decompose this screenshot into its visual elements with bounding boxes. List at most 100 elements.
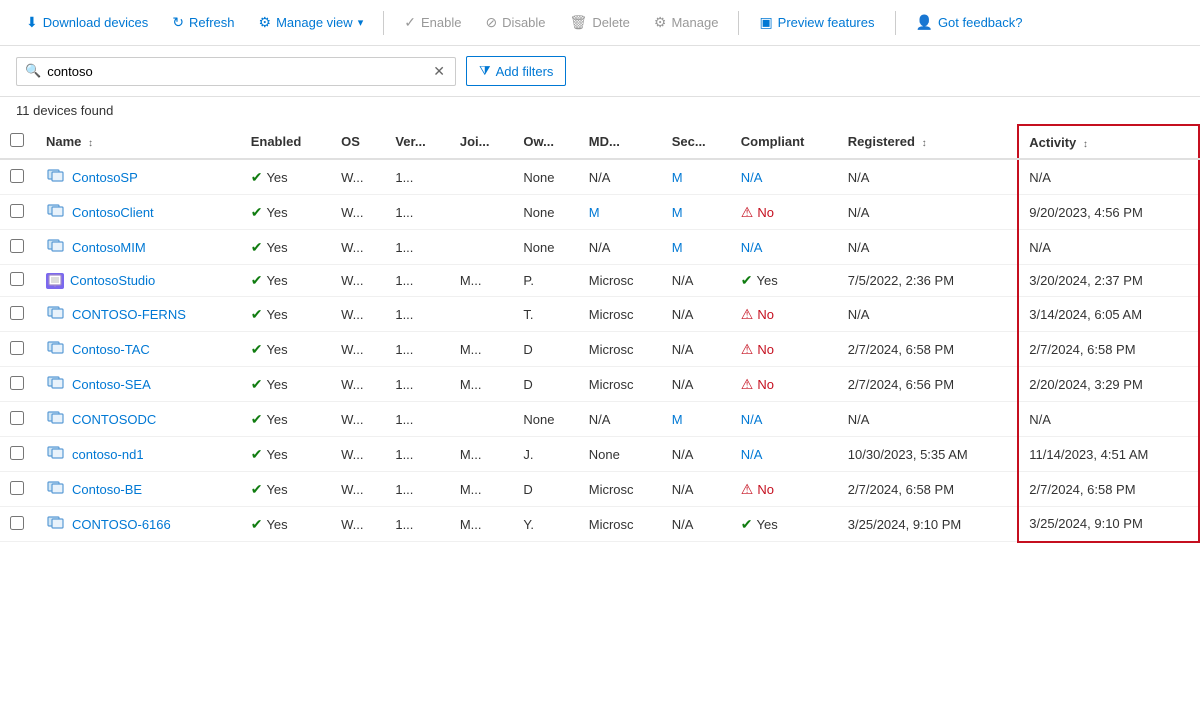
compliant-yes: ✔ Yes (741, 272, 828, 289)
feedback-button[interactable]: 👤 Got feedback? (906, 8, 1033, 37)
row-checkbox-cell[interactable] (0, 507, 36, 542)
device-name-link[interactable]: Contoso-TAC (46, 339, 231, 359)
device-name-link[interactable]: ContosoSP (46, 167, 231, 187)
device-count: 11 devices found (0, 97, 1200, 124)
own-cell: T. (513, 297, 578, 332)
device-name-text: Contoso-TAC (72, 342, 150, 357)
clear-search-button[interactable]: ✕ (431, 63, 447, 80)
joi-cell: M... (450, 472, 514, 507)
col-name[interactable]: Name ↕ (36, 125, 241, 159)
enabled-status: ✔ Yes (251, 272, 321, 289)
disable-button[interactable]: ⊘ Disable (475, 8, 555, 37)
row-checkbox[interactable] (10, 516, 24, 530)
divider-1 (383, 11, 384, 35)
row-checkbox-cell[interactable] (0, 437, 36, 472)
device-name-link[interactable]: ContosoClient (46, 202, 231, 222)
divider-3 (895, 11, 896, 35)
row-checkbox-cell[interactable] (0, 195, 36, 230)
enable-button[interactable]: ✓ Enable (394, 8, 471, 37)
select-all-checkbox[interactable] (10, 133, 24, 147)
download-devices-button[interactable]: ⬇ Download devices (16, 8, 158, 37)
row-checkbox-cell[interactable] (0, 472, 36, 507)
md-cell: M (579, 195, 662, 230)
device-name-link[interactable]: CONTOSODC (46, 409, 231, 429)
device-name-link[interactable]: CONTOSO-FERNS (46, 304, 231, 324)
row-checkbox[interactable] (10, 481, 24, 495)
activity-cell: 9/20/2023, 4:56 PM (1018, 195, 1199, 230)
col-sec[interactable]: Sec... (662, 125, 731, 159)
device-name-link[interactable]: CONTOSO-6166 (46, 514, 231, 534)
check-icon: ✔ (741, 272, 753, 289)
col-activity[interactable]: Activity ↕ (1018, 125, 1199, 159)
search-input[interactable] (47, 64, 425, 79)
row-checkbox[interactable] (10, 272, 24, 286)
refresh-button[interactable]: ↻ Refresh (162, 8, 244, 37)
device-name-link[interactable]: ContosoStudio (46, 273, 231, 289)
row-checkbox[interactable] (10, 204, 24, 218)
col-md[interactable]: MD... (579, 125, 662, 159)
registered-cell: 10/30/2023, 5:35 AM (838, 437, 1019, 472)
col-registered[interactable]: Registered ↕ (838, 125, 1019, 159)
device-name-link[interactable]: Contoso-BE (46, 479, 231, 499)
select-all-header[interactable] (0, 125, 36, 159)
own-cell: Y. (513, 507, 578, 542)
col-os[interactable]: OS (331, 125, 385, 159)
manage-button[interactable]: ⚙ Manage (644, 8, 729, 37)
row-checkbox-cell[interactable] (0, 402, 36, 437)
row-checkbox-cell[interactable] (0, 297, 36, 332)
delete-button[interactable]: 🗑 Delete (560, 8, 640, 37)
compliant-cell: ✔ Yes (731, 507, 838, 542)
row-checkbox[interactable] (10, 446, 24, 460)
activity-cell: 2/7/2024, 6:58 PM (1018, 332, 1199, 367)
table-row: ContosoMIM ✔ Yes W... 1... None N/A M N/… (0, 230, 1199, 265)
ver-cell: 1... (385, 265, 450, 297)
table-row: ContosoSP ✔ Yes W... 1... None N/A M N/A… (0, 159, 1199, 195)
ver-cell: 1... (385, 297, 450, 332)
sec-cell: M (662, 195, 731, 230)
md-cell: N/A (579, 402, 662, 437)
row-checkbox[interactable] (10, 411, 24, 425)
registered-cell: N/A (838, 159, 1019, 195)
col-ver[interactable]: Ver... (385, 125, 450, 159)
row-checkbox[interactable] (10, 306, 24, 320)
device-name-link[interactable]: Contoso-SEA (46, 374, 231, 394)
preview-label: Preview features (778, 15, 875, 30)
os-cell: W... (331, 332, 385, 367)
md-cell: Microsc (579, 297, 662, 332)
row-checkbox[interactable] (10, 169, 24, 183)
activity-cell: N/A (1018, 230, 1199, 265)
device-name-text: contoso-nd1 (72, 447, 144, 462)
add-filters-button[interactable]: ⧩ Add filters (466, 56, 566, 86)
device-name-link[interactable]: contoso-nd1 (46, 444, 231, 464)
search-area: 🔍 ✕ ⧩ Add filters (0, 46, 1200, 97)
row-checkbox[interactable] (10, 341, 24, 355)
preview-features-button[interactable]: ▣ Preview features (749, 8, 884, 37)
enabled-cell: ✔ Yes (241, 297, 331, 332)
row-checkbox[interactable] (10, 376, 24, 390)
col-enabled[interactable]: Enabled (241, 125, 331, 159)
manage-icon: ⚙ (654, 14, 667, 31)
col-own[interactable]: Ow... (513, 125, 578, 159)
device-name-text: Contoso-BE (72, 482, 142, 497)
ver-cell: 1... (385, 402, 450, 437)
row-checkbox-cell[interactable] (0, 332, 36, 367)
row-checkbox-cell[interactable] (0, 367, 36, 402)
sec-cell: N/A (662, 297, 731, 332)
ver-cell: 1... (385, 159, 450, 195)
sec-cell: N/A (662, 265, 731, 297)
row-checkbox-cell[interactable] (0, 265, 36, 297)
alert-icon: ⚠ (741, 376, 754, 393)
device-name-link[interactable]: ContosoMIM (46, 237, 231, 257)
monitor-device-icon (46, 409, 66, 429)
md-cell: Microsc (579, 332, 662, 367)
row-checkbox-cell[interactable] (0, 230, 36, 265)
col-compliant[interactable]: Compliant (731, 125, 838, 159)
monitor-device-icon (46, 304, 66, 324)
row-checkbox-cell[interactable] (0, 159, 36, 195)
row-checkbox[interactable] (10, 239, 24, 253)
col-joi[interactable]: Joi... (450, 125, 514, 159)
manage-view-button[interactable]: ⚙ Manage view ▾ (249, 8, 374, 37)
check-icon: ✔ (251, 341, 263, 358)
device-name-cell: ContosoStudio (36, 265, 241, 297)
compliant-cell: ✔ Yes (731, 265, 838, 297)
